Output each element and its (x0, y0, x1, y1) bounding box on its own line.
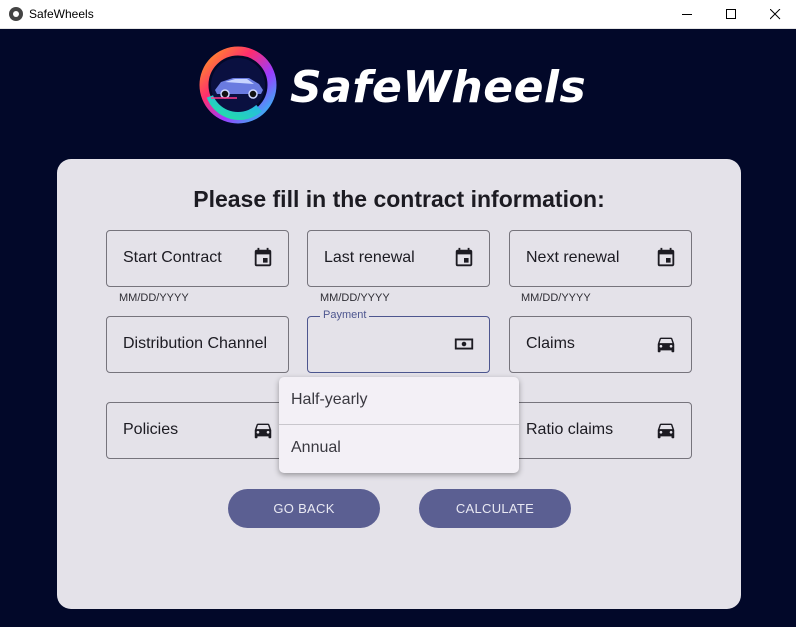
ratio-claims-label: Ratio claims (526, 421, 614, 438)
brand-name: SafeWheels (290, 62, 587, 113)
cash-icon (454, 338, 474, 350)
ratio-claims-field[interactable]: Ratio claims (509, 402, 692, 459)
go-back-button[interactable]: GO BACK (228, 489, 380, 528)
start-contract-label: Start Contract (123, 249, 222, 266)
calendar-icon[interactable] (252, 247, 274, 269)
payment-option-half-yearly[interactable]: Half-yearly (279, 377, 519, 425)
start-contract-helper: MM/DD/YYYY (119, 292, 189, 304)
form-heading: Please fill in the contract information: (193, 186, 605, 212)
minimize-icon (681, 14, 692, 15)
last-renewal-label: Last renewal (324, 249, 415, 266)
car-icon (657, 337, 675, 353)
window-title: SafeWheels (29, 7, 94, 21)
calendar-icon[interactable] (655, 247, 677, 269)
policies-label: Policies (123, 421, 179, 438)
car-icon (657, 423, 675, 439)
last-renewal-helper: MM/DD/YYYY (320, 292, 390, 304)
maximize-button[interactable] (708, 0, 754, 29)
title-bar: SafeWheels (0, 0, 796, 29)
policies-field[interactable]: Policies (106, 402, 289, 459)
calendar-icon[interactable] (453, 247, 475, 269)
distribution-channel-label: Distribution Channel (123, 335, 268, 352)
car-icon (254, 423, 272, 439)
distribution-channel-field[interactable]: Distribution Channel (106, 316, 289, 373)
start-contract-field[interactable]: Start Contract (106, 230, 289, 287)
next-renewal-label: Next renewal (526, 249, 620, 266)
payment-select[interactable]: Payment (307, 309, 490, 373)
last-renewal-field[interactable]: Last renewal (307, 230, 490, 287)
maximize-icon (725, 9, 736, 19)
close-icon (769, 9, 780, 20)
payment-option-label: Half-yearly (291, 391, 368, 408)
payment-label: Payment (320, 309, 370, 321)
minimize-button[interactable] (664, 0, 710, 29)
payment-dropdown-menu: Half-yearly Annual (279, 377, 519, 473)
claims-label: Claims (526, 335, 575, 352)
claims-field[interactable]: Claims (509, 316, 692, 373)
payment-option-label: Annual (291, 439, 341, 456)
next-renewal-helper: MM/DD/YYYY (521, 292, 591, 304)
calculate-button[interactable]: CALCULATE (419, 489, 571, 528)
app-logo-icon (9, 7, 23, 21)
payment-option-annual[interactable]: Annual (279, 425, 519, 473)
car-ring-logo (199, 46, 277, 124)
next-renewal-field[interactable]: Next renewal (509, 230, 692, 287)
close-button[interactable] (752, 0, 796, 29)
